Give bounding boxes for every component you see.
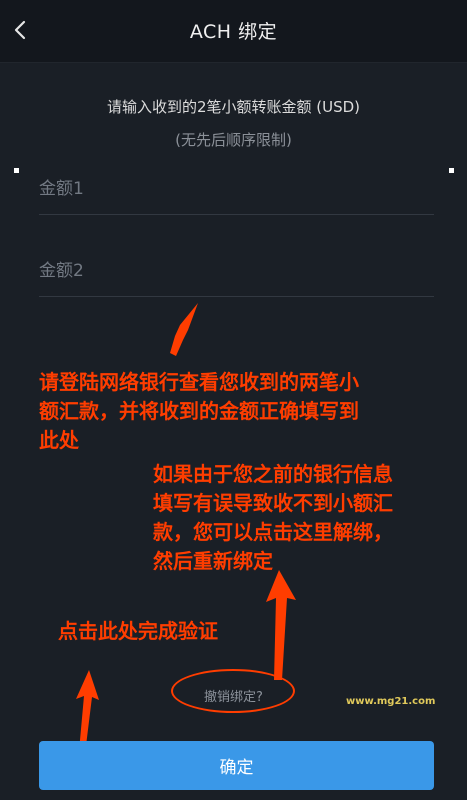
arrow-icon-2 <box>266 570 296 680</box>
confirm-button[interactable]: 确定 <box>39 741 434 790</box>
annotation-ellipse <box>171 669 295 713</box>
arrow-icon-1 <box>170 303 198 356</box>
watermark-text: www.mg21.com <box>346 696 436 707</box>
